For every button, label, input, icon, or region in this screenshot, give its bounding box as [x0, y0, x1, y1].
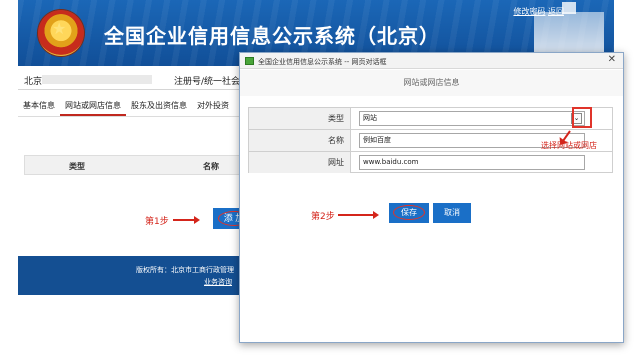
business-consult-link[interactable]: 业务咨询 [204, 277, 232, 287]
name-label: 名称 [249, 130, 351, 151]
window-icon [245, 57, 254, 65]
highlight-circle [393, 205, 425, 220]
dialog-header: 网站或网店信息 [240, 70, 623, 96]
screenshot: ★ 全国企业信用信息公示系统（北京） 修改密码 返回 北京 注册号/统一社会 基… [0, 0, 640, 358]
site-title: 全国企业信用信息公示系统（北京） [104, 24, 440, 48]
national-emblem-icon: ★ [38, 10, 84, 56]
registration-number-label: 注册号/统一社会 [174, 77, 241, 87]
tab-basic-info[interactable]: 基本信息 [18, 96, 60, 116]
city-label: 北京 [24, 77, 43, 87]
select-note-annotation: 选择网站或网店 [541, 141, 597, 150]
step2-arrow-icon [338, 211, 379, 219]
copyright-text: 版权所有：北京市工商行政管理 [136, 266, 234, 274]
form-row-url: 网址 www.baidu.com [249, 152, 612, 174]
redacted-company-name [42, 75, 152, 84]
top-links: 修改密码 返回 [513, 6, 564, 17]
change-password-link[interactable]: 修改密码 [513, 7, 545, 16]
cancel-button[interactable]: 取消 [433, 203, 471, 223]
back-link[interactable]: 返回 [548, 7, 564, 16]
step1-annotation: 第1步 [145, 217, 169, 227]
type-label: 类型 [249, 108, 351, 129]
step1-arrow-icon [173, 216, 200, 224]
website-table-header: 类型 名称 [24, 155, 254, 175]
info-tabs: 基本信息 网站或网店信息 股东及出资信息 对外投资 [18, 96, 234, 116]
save-button[interactable]: 保存 [389, 203, 429, 223]
form-row-type: 类型 网站 ⌄ [249, 108, 612, 130]
type-select[interactable]: 网站 ⌄ [359, 111, 585, 126]
column-name: 名称 [203, 162, 219, 171]
column-type: 类型 [69, 162, 85, 171]
type-select-value: 网站 [363, 114, 377, 122]
tab-website-info[interactable]: 网站或网店信息 [60, 96, 126, 116]
select-highlight-box [572, 107, 592, 128]
url-label: 网址 [249, 152, 351, 173]
url-input[interactable]: www.baidu.com [359, 155, 585, 170]
close-icon[interactable]: ✕ [608, 54, 616, 65]
tab-investment[interactable]: 对外投资 [192, 96, 234, 116]
dialog-title: 全国企业信用信息公示系统 -- 网页对话框 [258, 58, 387, 66]
dialog-titlebar: 全国企业信用信息公示系统 -- 网页对话框 ✕ [240, 53, 623, 69]
star-icon: ★ [52, 19, 67, 38]
web-dialog: 全国企业信用信息公示系统 -- 网页对话框 ✕ 网站或网店信息 类型 网站 ⌄ … [239, 52, 624, 343]
tab-shareholders[interactable]: 股东及出资信息 [126, 96, 192, 116]
step2-annotation: 第2步 [311, 212, 335, 222]
